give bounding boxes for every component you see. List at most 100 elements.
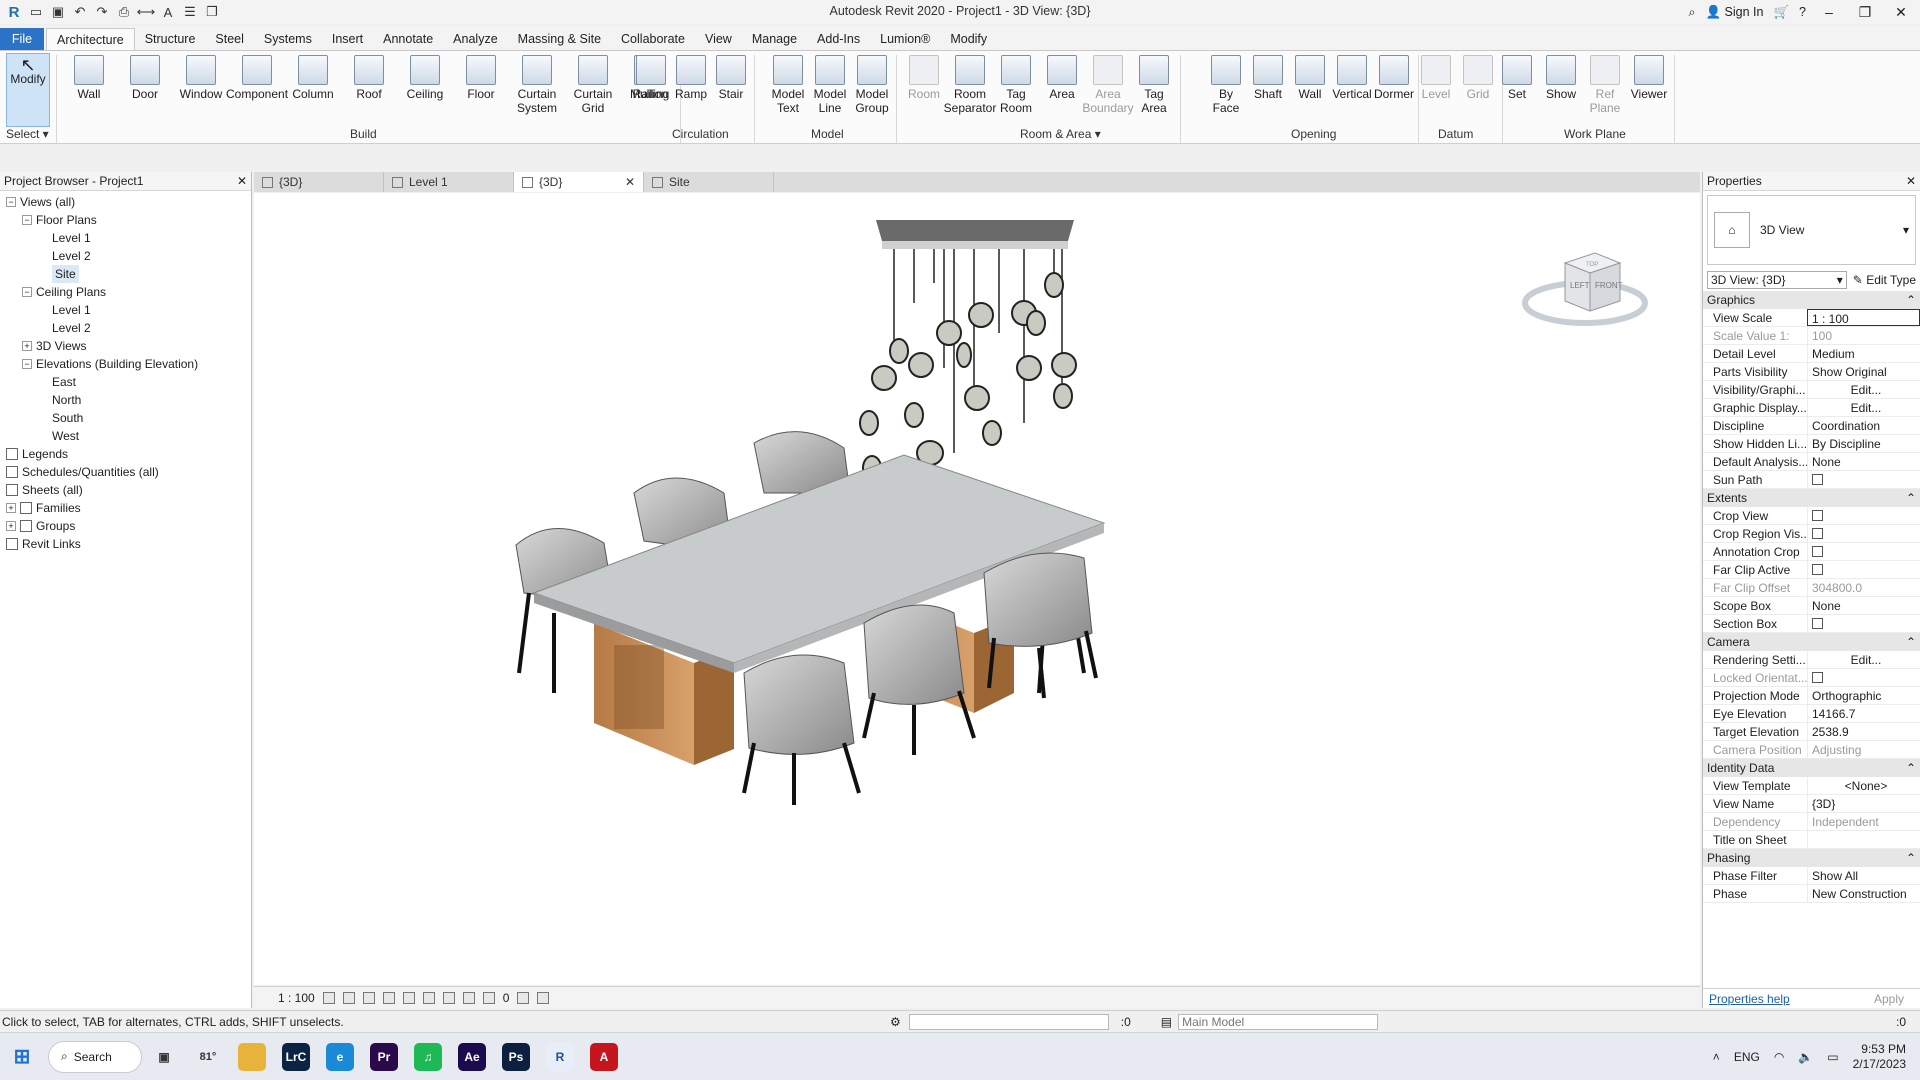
binoculars-icon[interactable]: ⌕ — [1688, 5, 1695, 20]
tree-item-legends[interactable]: Legends — [0, 445, 251, 463]
ribbon-viewer-button[interactable]: Viewer — [1628, 55, 1670, 101]
collapse-icon[interactable]: ⌃ — [1906, 759, 1916, 777]
tab-modify[interactable]: Modify — [940, 28, 997, 50]
ribbon-wall-button[interactable]: Wall — [1290, 55, 1330, 101]
property-value[interactable]: Show All — [1807, 867, 1920, 884]
tree-item-views-all[interactable]: − Views (all) — [0, 193, 251, 211]
windows-start-icon[interactable]: ⊞ — [8, 1043, 36, 1071]
property-value[interactable]: Orthographic — [1807, 687, 1920, 704]
reveal-hidden-icon[interactable] — [517, 991, 530, 1004]
property-value[interactable]: {3D} — [1807, 795, 1920, 812]
selection-filter-count[interactable]: :0 — [1896, 1015, 1906, 1029]
view-tab-level-1[interactable]: Level 1 — [384, 172, 514, 192]
chandelier[interactable] — [859, 220, 1077, 481]
design-options-icon[interactable]: ▤ — [1161, 1015, 1172, 1029]
viewcube-front-face[interactable]: FRONT — [1595, 281, 1623, 290]
ribbon-curtain-system-button[interactable]: Curtain System — [510, 55, 564, 115]
apply-button[interactable]: Apply — [1874, 992, 1914, 1006]
revit-icon[interactable]: R — [546, 1042, 574, 1071]
property-value[interactable]: By Discipline — [1807, 435, 1920, 452]
ribbon-ref-plane-button[interactable]: Ref Plane — [1584, 55, 1626, 115]
ribbon-vertical-button[interactable]: Vertical — [1332, 55, 1372, 101]
tree-item-level-1[interactable]: Level 1 — [0, 301, 251, 319]
3d-model-view[interactable] — [254, 193, 1700, 985]
file-explorer-icon[interactable] — [238, 1042, 266, 1071]
shadows-icon[interactable] — [382, 991, 395, 1004]
tree-item-south[interactable]: South — [0, 409, 251, 427]
task-view-icon[interactable]: ▣ — [150, 1043, 178, 1071]
restore-button[interactable]: ❐ — [1852, 4, 1878, 21]
workset-dropdown[interactable] — [908, 1013, 1109, 1030]
ribbon-component-button[interactable]: Component — [226, 55, 288, 101]
property-value[interactable] — [1807, 543, 1920, 560]
property-group-identity-data[interactable]: Identity Data ⌃ — [1703, 759, 1920, 777]
collapse-icon[interactable]: ⌃ — [1906, 849, 1916, 867]
ribbon-by-face-button[interactable]: By Face — [1206, 55, 1246, 115]
close-icon[interactable]: ✕ — [1906, 174, 1916, 188]
premiere-pro-icon[interactable]: Pr — [370, 1042, 398, 1071]
property-value[interactable] — [1807, 471, 1920, 488]
collapse-icon[interactable]: ⌃ — [1906, 489, 1916, 507]
tab-steel[interactable]: Steel — [205, 28, 254, 50]
minimize-button[interactable]: – — [1816, 4, 1842, 20]
viewcube-top-face[interactable]: TOP — [1586, 262, 1598, 268]
close-icon[interactable]: ✕ — [625, 175, 635, 189]
tree-item-schedules-quantities-all[interactable]: Schedules/Quantities (all) — [0, 463, 251, 481]
tree-item-3d-views[interactable]: +3D Views — [0, 337, 251, 355]
tab-systems[interactable]: Systems — [254, 28, 322, 50]
tree-item-north[interactable]: North — [0, 391, 251, 409]
ribbon-tag-area-button[interactable]: Tag Area — [1132, 55, 1176, 115]
viewcube-left-face[interactable]: LEFT — [1570, 281, 1590, 290]
detail-level-icon[interactable] — [322, 991, 335, 1004]
ribbon-wall-button[interactable]: Wall — [62, 55, 116, 101]
ribbon-column-button[interactable]: Column — [286, 55, 340, 101]
drawing-area[interactable]: LEFT FRONT TOP — [254, 193, 1700, 985]
ribbon-shaft-button[interactable]: Shaft — [1248, 55, 1288, 101]
tab-insert[interactable]: Insert — [322, 28, 373, 50]
lock-view-icon[interactable] — [462, 991, 475, 1004]
property-value[interactable]: 14166.7 — [1807, 705, 1920, 722]
print-icon[interactable]: ⎙ — [114, 2, 134, 22]
tab-add-ins[interactable]: Add-Ins — [807, 28, 870, 50]
collapse-icon[interactable]: ⌃ — [1906, 291, 1916, 309]
tab-file[interactable]: File — [0, 28, 44, 50]
property-value[interactable] — [1807, 561, 1920, 578]
cart-icon[interactable]: 🛒 — [1773, 5, 1789, 20]
edit-type-button[interactable]: ✎ Edit Type — [1853, 273, 1916, 287]
property-value[interactable]: Coordination — [1807, 417, 1920, 434]
view-tab-3d[interactable]: {3D} — [254, 172, 384, 192]
ribbon-window-button[interactable]: Window — [174, 55, 228, 101]
battery-icon[interactable]: ▭ — [1827, 1050, 1838, 1064]
view-tab-site[interactable]: Site — [644, 172, 774, 192]
open-icon[interactable]: ▭ — [26, 2, 46, 22]
crop-view-icon[interactable] — [422, 991, 435, 1004]
expand-icon[interactable]: + — [6, 503, 16, 513]
ribbon-floor-button[interactable]: Floor — [454, 55, 508, 101]
view-tab-3d[interactable]: {3D} ✕ — [514, 172, 644, 192]
ribbon-tag-room-button[interactable]: Tag Room — [994, 55, 1038, 115]
tab-annotate[interactable]: Annotate — [373, 28, 443, 50]
collapse-icon[interactable]: − — [6, 197, 16, 207]
property-value[interactable] — [1807, 507, 1920, 524]
clock[interactable]: 9:53 PM 2/17/2023 — [1853, 1042, 1906, 1072]
tree-item-east[interactable]: East — [0, 373, 251, 391]
autocad-icon[interactable]: A — [590, 1042, 618, 1071]
tab-massing-site[interactable]: Massing & Site — [508, 28, 611, 50]
close-window-button[interactable]: ✕ — [1888, 4, 1914, 21]
property-value[interactable]: New Construction — [1807, 885, 1920, 902]
revit-logo-icon[interactable]: R — [4, 2, 24, 22]
tab-view[interactable]: View — [695, 28, 742, 50]
close-icon[interactable]: ✕ — [237, 174, 247, 188]
redo-icon[interactable]: ↷ — [92, 2, 112, 22]
ribbon-model-line-button[interactable]: Model Line — [810, 55, 850, 115]
collapse-icon[interactable]: − — [22, 287, 32, 297]
tab-manage[interactable]: Manage — [742, 28, 807, 50]
property-value[interactable]: 2538.9 — [1807, 723, 1920, 740]
tab-architecture[interactable]: Architecture — [46, 28, 135, 50]
instance-selector[interactable]: 3D View: {3D} ▾ — [1707, 271, 1847, 289]
text-icon[interactable]: A — [158, 2, 178, 22]
ribbon-room-button[interactable]: Room — [902, 55, 946, 101]
checkbox[interactable] — [1812, 528, 1823, 539]
ribbon-room-separator-button[interactable]: Room Separator — [944, 55, 996, 115]
ribbon-model-text-button[interactable]: Model Text — [768, 55, 808, 115]
